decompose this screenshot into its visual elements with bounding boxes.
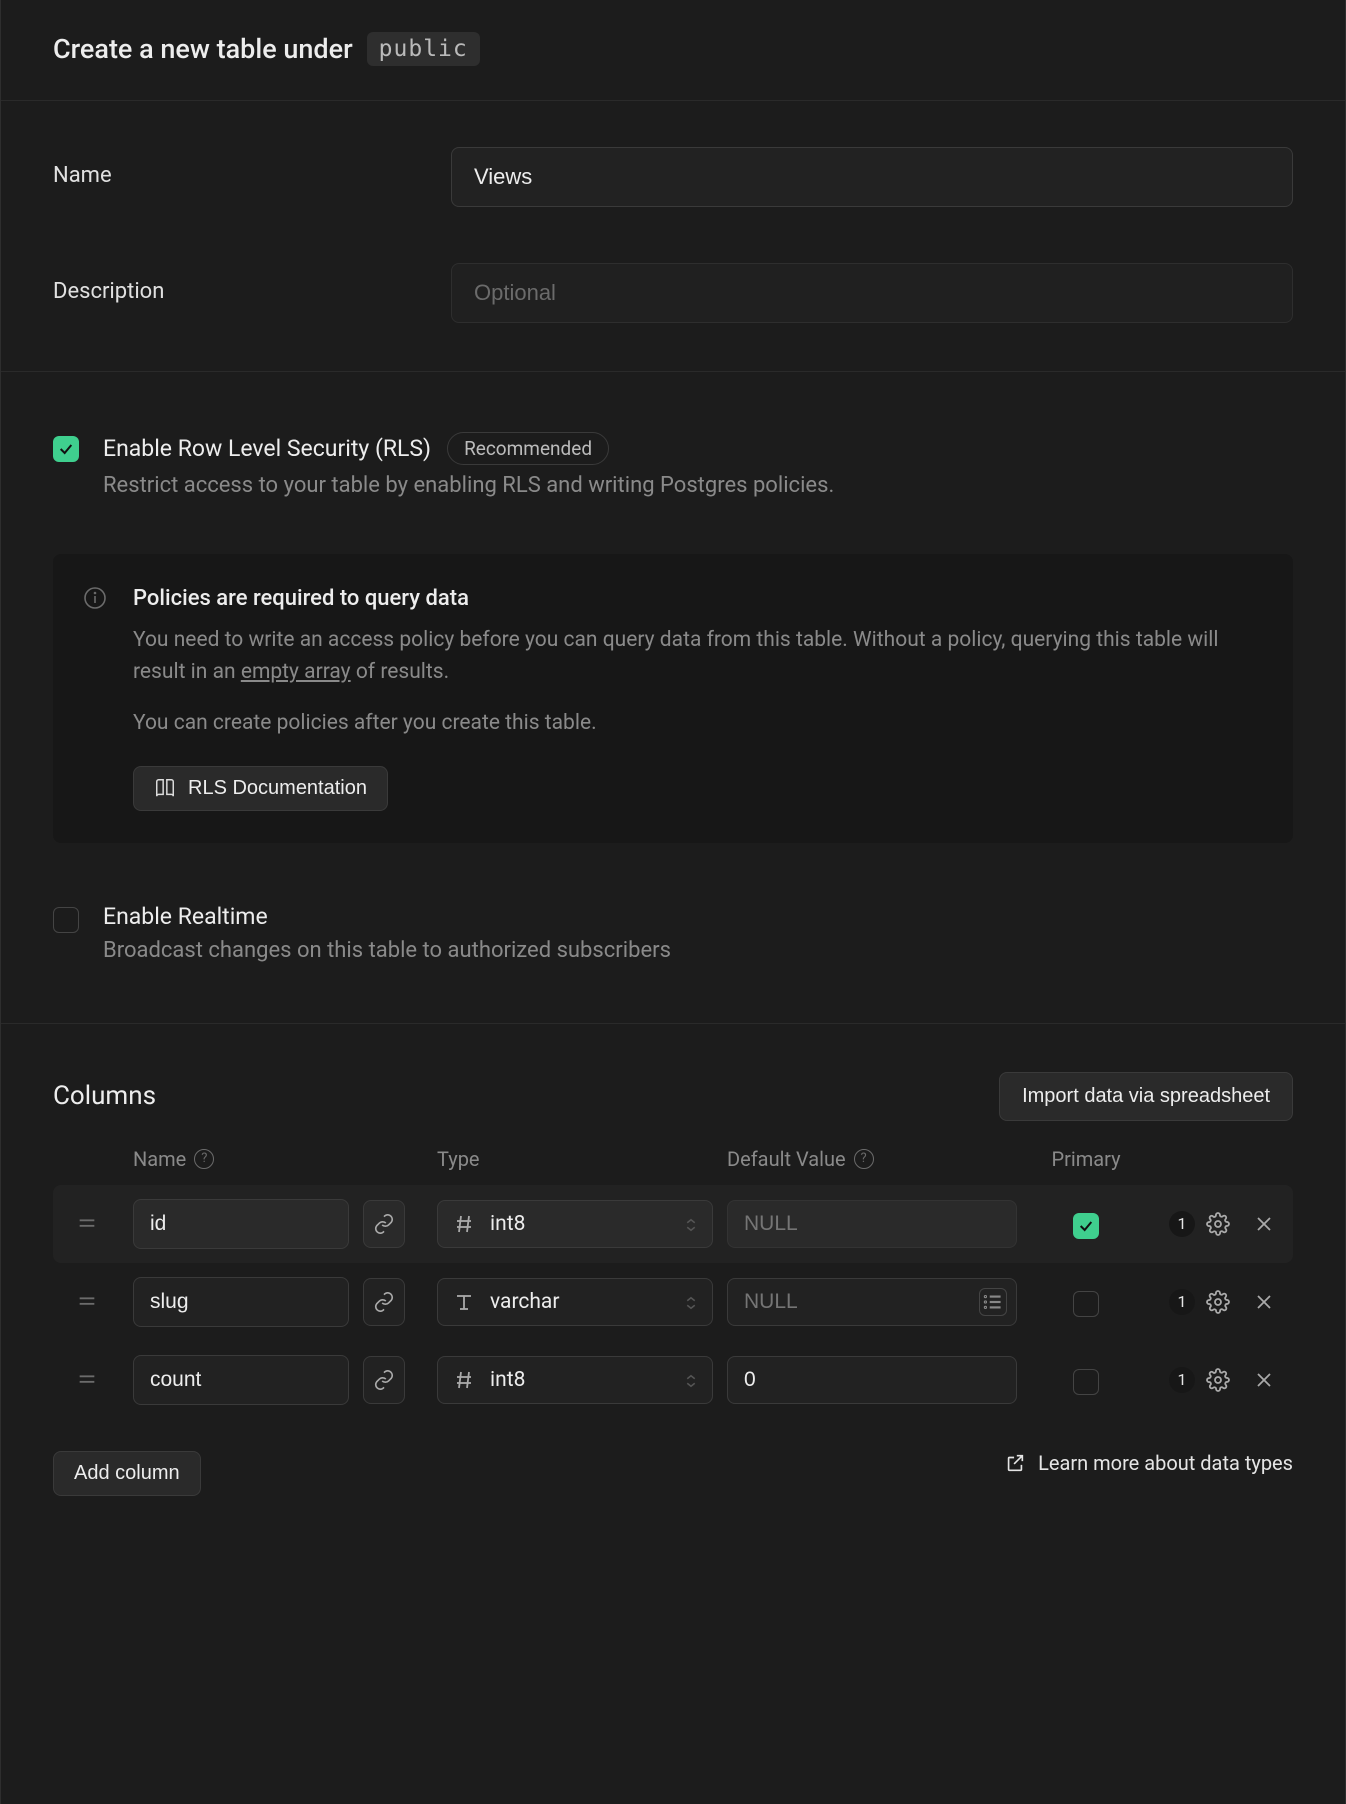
info-icon [83,586,107,610]
column-settings-button[interactable] [1205,1367,1231,1393]
chevron-updown-icon [682,1293,700,1311]
delete-column-button[interactable] [1251,1211,1277,1237]
column-settings-button[interactable] [1205,1211,1231,1237]
default-value-input[interactable] [727,1278,1017,1326]
column-type-select[interactable]: int8 [437,1200,713,1248]
col-header-primary: Primary [1031,1147,1141,1171]
delete-column-button[interactable] [1251,1367,1277,1393]
settings-count-badge: 1 [1169,1367,1195,1393]
list-icon[interactable] [979,1288,1007,1316]
description-label: Description [53,263,451,304]
primary-checkbox[interactable] [1073,1369,1099,1395]
empty-array-link[interactable]: empty array [241,660,351,684]
type-label: int8 [490,1212,525,1236]
column-name-input[interactable] [133,1355,349,1405]
column-row: int8 1 [53,1341,1293,1419]
info-paragraph-1: You need to write an access policy befor… [133,625,1257,688]
column-type-select[interactable]: int8 [437,1356,713,1404]
column-name-input[interactable] [133,1277,349,1327]
name-input[interactable] [451,147,1293,207]
column-row: int8 1 [53,1185,1293,1263]
description-input[interactable] [451,263,1293,323]
dialog-title: Create a new table under [53,33,353,65]
add-column-button[interactable]: Add column [53,1451,201,1496]
settings-count-badge: 1 [1169,1289,1195,1315]
help-icon[interactable]: ? [194,1149,214,1169]
realtime-checkbox[interactable] [53,907,79,933]
foreign-key-button[interactable] [363,1356,405,1404]
type-label: varchar [490,1290,559,1314]
external-link-icon [1004,1452,1026,1474]
col-header-default: Default Value? [727,1147,1017,1171]
column-type-select[interactable]: varchar [437,1278,713,1326]
drag-handle[interactable] [65,1358,109,1402]
hash-icon [452,1368,476,1392]
chevron-updown-icon [682,1371,700,1389]
primary-checkbox[interactable] [1073,1291,1099,1317]
schema-badge: public [367,32,480,66]
name-label: Name [53,147,451,188]
learn-more-link[interactable]: Learn more about data types [1004,1451,1293,1475]
foreign-key-button[interactable] [363,1278,405,1326]
foreign-key-button[interactable] [363,1200,405,1248]
rls-checkbox[interactable] [53,436,79,462]
rls-docs-button[interactable]: RLS Documentation [133,766,388,811]
delete-column-button[interactable] [1251,1289,1277,1315]
type-label: int8 [490,1368,525,1392]
default-value-input[interactable] [727,1200,1017,1248]
col-header-type: Type [437,1147,713,1171]
primary-checkbox[interactable] [1073,1213,1099,1239]
check-icon [58,441,74,457]
text-icon [452,1290,476,1314]
rls-info-card: Policies are required to query data You … [53,554,1293,843]
col-header-name: Name? [133,1147,349,1171]
help-icon[interactable]: ? [854,1149,874,1169]
realtime-description: Broadcast changes on this table to autho… [103,938,1293,963]
column-settings-button[interactable] [1205,1289,1231,1315]
default-value-input[interactable] [727,1356,1017,1404]
settings-count-badge: 1 [1169,1211,1195,1237]
rls-description: Restrict access to your table by enablin… [103,473,1293,498]
columns-title: Columns [53,1081,156,1111]
realtime-title: Enable Realtime [103,903,268,930]
hash-icon [452,1212,476,1236]
info-title: Policies are required to query data [133,586,1257,611]
drag-handle[interactable] [65,1202,109,1246]
recommended-badge: Recommended [447,432,609,465]
book-icon [154,777,176,799]
drag-handle[interactable] [65,1280,109,1324]
rls-title: Enable Row Level Security (RLS) [103,435,431,462]
column-row: varchar 1 [53,1263,1293,1341]
info-paragraph-2: You can create policies after you create… [133,708,1257,740]
chevron-updown-icon [682,1215,700,1233]
import-spreadsheet-button[interactable]: Import data via spreadsheet [999,1072,1293,1121]
column-name-input[interactable] [133,1199,349,1249]
